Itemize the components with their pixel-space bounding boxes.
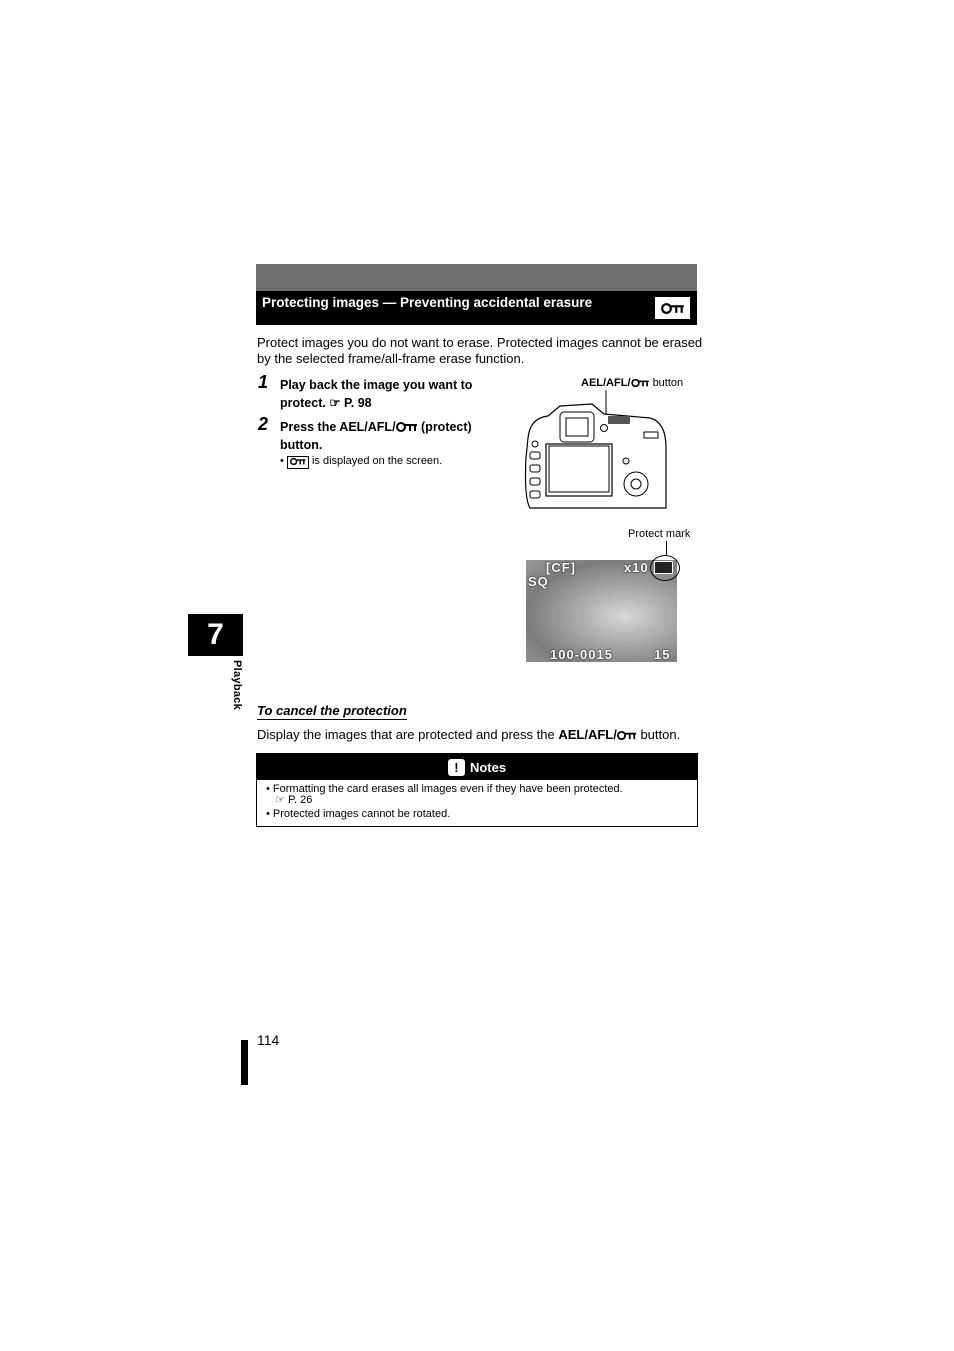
- step-2-text: Press the AEL/AFL/ (protect) button.: [280, 418, 472, 454]
- exclamation-icon: !: [447, 758, 465, 776]
- key-icon: [617, 730, 637, 741]
- reference-icon: ☞: [329, 396, 341, 410]
- chapter-label: Playback: [231, 660, 243, 711]
- step-number: 1: [258, 372, 269, 392]
- step-1-text: Play back the image you want to protect.…: [280, 376, 472, 412]
- cancel-prefix: Display the images that are protected an…: [257, 727, 559, 742]
- button-name: AEL/AFL/: [339, 420, 396, 434]
- protect-mark-highlight: [650, 555, 680, 581]
- header-band: [256, 264, 697, 291]
- card-indicator: [CF]: [546, 560, 576, 575]
- key-icon: [396, 421, 418, 433]
- bullet-text: is displayed on the screen.: [311, 455, 443, 467]
- intro-line-2: by the selected frame/all-frame erase fu…: [257, 351, 525, 366]
- page-reference: P. 26: [288, 794, 313, 806]
- zoom-indicator: x10: [624, 560, 649, 575]
- cancel-text: Display the images that are protected an…: [257, 727, 680, 743]
- button-name: AEL/AFL/: [558, 727, 617, 742]
- file-number: 100-0015: [550, 647, 613, 662]
- section-title: Protecting images — Preventing accidenta…: [262, 295, 593, 310]
- reference-icon: ☞: [275, 794, 286, 806]
- step-2-suffix: (protect): [417, 420, 472, 434]
- cancel-heading: To cancel the protection: [257, 703, 407, 720]
- key-icon: [655, 297, 690, 319]
- notes-title: Notes: [469, 759, 507, 775]
- protect-mark-icon: [286, 456, 309, 469]
- intro-line-1: Protect images you do not want to erase.…: [257, 335, 703, 350]
- cancel-suffix: button.: [636, 727, 681, 742]
- page-number: 114: [257, 1032, 280, 1048]
- notes-box: ! Notes • Formatting the card erases all …: [256, 753, 698, 827]
- note-text: Protected images cannot be rotated.: [272, 808, 451, 820]
- note-text: Formatting the card erases all images ev…: [272, 783, 623, 795]
- step-2-line-2: button.: [280, 438, 323, 452]
- step-1-label: protect.: [280, 396, 326, 410]
- page-reference: P. 98: [344, 396, 372, 410]
- key-icon: [631, 378, 650, 388]
- quality-indicator: SQ: [528, 574, 549, 589]
- step-1-line-1: Play back the image you want to: [280, 378, 473, 392]
- leader-line: [666, 541, 667, 556]
- note-item: • Protected images cannot be rotated.: [266, 808, 451, 820]
- step-2-bullet: • is displayed on the screen.: [280, 455, 443, 469]
- figure-2-label: Protect mark: [628, 528, 691, 540]
- step-2-line-1: Press the AEL/AFL/ (protect): [280, 418, 472, 436]
- step-2-prefix: Press the: [280, 420, 340, 434]
- note-item: • Formatting the card erases all images …: [266, 783, 623, 806]
- camera-illustration: [524, 390, 667, 509]
- step-number: 2: [258, 414, 269, 434]
- chapter-tab: 7: [188, 614, 243, 656]
- frame-count: 15: [654, 647, 671, 662]
- page-marker-bar: [241, 1040, 248, 1085]
- notes-header: ! Notes: [257, 754, 697, 780]
- step-1-line-2: protect. ☞ P. 98: [280, 394, 472, 412]
